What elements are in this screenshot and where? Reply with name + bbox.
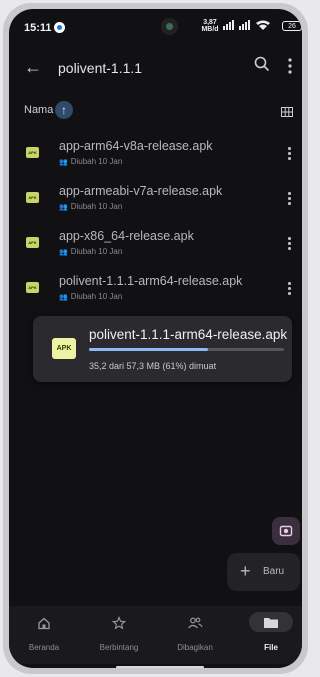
phone-frame: 15:11 3,87 MB/d 26 ← polivent-1.1.1 Nama… [3, 3, 308, 674]
shared-people-icon: 👥 [59, 249, 68, 256]
nav-item-file[interactable]: File [236, 606, 302, 664]
search-icon[interactable] [253, 55, 271, 73]
file-modified: Diubah 10 Jan [70, 247, 123, 256]
signal-wifi-icons [223, 20, 275, 33]
app-bar: ← polivent-1.1.1 [9, 51, 302, 85]
apk-file-icon: APK [26, 192, 39, 203]
more-options-icon[interactable] [287, 57, 293, 75]
back-arrow-icon[interactable]: ← [24, 57, 42, 78]
nav-item-dibagikan[interactable]: Dibagikan [160, 606, 230, 664]
file-name: app-armeabi-v7a-release.apk [59, 184, 223, 198]
nav-label: File [264, 643, 278, 652]
nav-label: Beranda [28, 643, 60, 652]
file-meta: 👥 Diubah 10 Jan [59, 247, 122, 256]
file-name: app-arm64-v8a-release.apk [59, 139, 213, 153]
network-speed-value: 3,87 [203, 19, 217, 26]
list-item[interactable]: APK app-armeabi-v7a-release.apk 👥 Diubah … [9, 180, 302, 220]
scan-button[interactable] [272, 517, 300, 545]
folder-icon [263, 616, 279, 634]
nav-item-beranda[interactable]: Beranda [9, 606, 79, 664]
screen: 15:11 3,87 MB/d 26 ← polivent-1.1.1 Nama… [9, 9, 302, 668]
apk-file-icon: APK [52, 338, 76, 359]
file-more-icon[interactable] [287, 282, 291, 296]
gesture-home-bar[interactable] [116, 666, 204, 668]
apk-file-icon: APK [26, 147, 39, 158]
file-meta: 👥 Diubah 10 Jan [59, 292, 122, 301]
file-more-icon[interactable] [287, 147, 291, 161]
nav-label: Dibagikan [177, 643, 213, 652]
file-meta: 👥 Diubah 10 Jan [59, 157, 122, 166]
network-speed: 3,87 MB/d [201, 19, 219, 33]
signal-icon [223, 20, 270, 30]
plus-icon: + [240, 561, 251, 581]
status-bar: 15:11 3,87 MB/d 26 [9, 9, 302, 43]
battery-indicator: 26 [282, 21, 302, 31]
grid-view-icon[interactable] [281, 104, 293, 117]
bottom-navigation: Beranda Berbintang Dibagikan File [9, 606, 302, 664]
network-speed-unit: MB/d [201, 26, 219, 33]
nav-label: Berbintang [99, 643, 139, 652]
new-button[interactable]: + Baru [227, 553, 300, 591]
file-modified: Diubah 10 Jan [70, 157, 123, 166]
file-modified: Diubah 10 Jan [70, 202, 123, 211]
notification-app-icon [54, 22, 65, 33]
shared-people-icon: 👥 [59, 159, 68, 166]
camera-scan-icon [279, 525, 293, 537]
file-modified: Diubah 10 Jan [70, 292, 123, 301]
shared-people-icon [187, 616, 203, 635]
list-item[interactable]: APK polivent-1.1.1-arm64-release.apk 👥 Di… [9, 270, 302, 310]
list-item[interactable]: APK app-arm64-v8a-release.apk 👥 Diubah 10… [9, 135, 302, 175]
sort-direction-arrow-up-icon[interactable]: ↑ [55, 101, 73, 119]
sort-row: Nama ↑ [9, 99, 302, 123]
sort-label[interactable]: Nama [24, 104, 53, 116]
download-progress-fill [89, 348, 208, 351]
folder-title: polivent-1.1.1 [58, 60, 143, 76]
status-time: 15:11 [24, 22, 52, 34]
new-button-label: Baru [263, 566, 285, 577]
star-icon [111, 616, 127, 635]
nav-item-berbintang[interactable]: Berbintang [84, 606, 154, 664]
apk-file-icon: APK [26, 237, 39, 248]
download-progress-bar [89, 348, 284, 351]
download-file-name: polivent-1.1.1-arm64-release.apk [89, 327, 288, 342]
download-status: 35,2 dari 57,3 MB (61%) dimuat [89, 361, 217, 371]
apk-file-icon: APK [26, 282, 39, 293]
home-icon [37, 616, 51, 635]
file-name: app-x86_64-release.apk [59, 229, 194, 243]
file-name: polivent-1.1.1-arm64-release.apk [59, 274, 243, 288]
file-more-icon[interactable] [287, 192, 291, 206]
download-progress-card[interactable]: APK polivent-1.1.1-arm64-release.apk 35,… [33, 316, 292, 382]
front-camera [161, 18, 178, 35]
shared-people-icon: 👥 [59, 204, 68, 211]
file-meta: 👥 Diubah 10 Jan [59, 202, 122, 211]
shared-people-icon: 👥 [59, 294, 68, 301]
list-item[interactable]: APK app-x86_64-release.apk 👥 Diubah 10 Ja… [9, 225, 302, 265]
file-more-icon[interactable] [287, 237, 291, 251]
